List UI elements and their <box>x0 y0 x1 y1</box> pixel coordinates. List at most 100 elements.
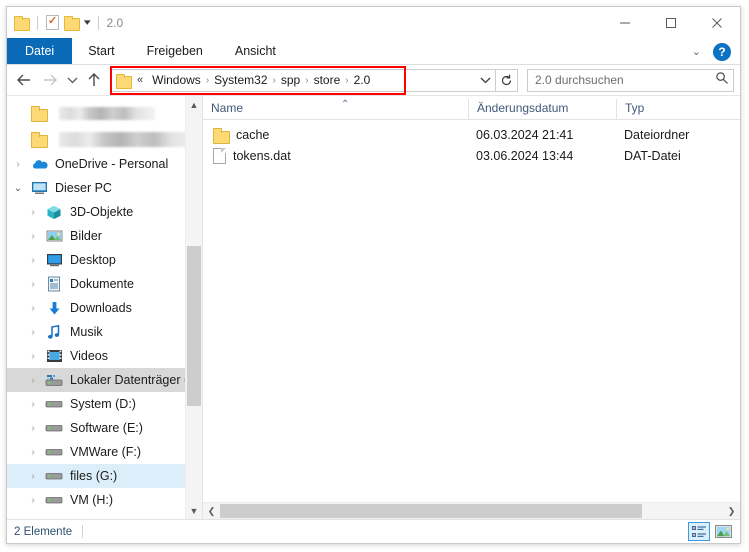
help-icon[interactable]: ? <box>713 42 731 61</box>
sidebar-item-label: VM (H:) <box>70 493 114 507</box>
column-header-name[interactable]: Name ⌃ <box>203 99 468 119</box>
address-dropdown-icon[interactable] <box>475 76 495 84</box>
tab-datei[interactable]: Datei <box>7 38 73 64</box>
chevron-right-icon[interactable]: › <box>22 423 44 434</box>
breadcrumb-item-2-0[interactable]: 2.0 <box>350 72 375 88</box>
chevron-right-icon[interactable]: › <box>22 327 44 338</box>
file-icon <box>213 147 226 164</box>
up-button[interactable] <box>81 67 107 93</box>
maximize-button[interactable] <box>648 7 694 38</box>
sidebar-item-vmware-f[interactable]: › VMWare (F:) <box>7 440 202 464</box>
quick-access-toolbar: ▾ <box>14 14 102 31</box>
new-folder-icon[interactable] <box>64 16 80 31</box>
scroll-right-icon[interactable]: ❯ <box>723 503 740 519</box>
breadcrumb-overflow-icon[interactable]: « <box>135 74 148 86</box>
chevron-right-icon[interactable]: › <box>22 471 44 482</box>
breadcrumb-item-system32[interactable]: System32 <box>210 72 271 88</box>
redacted-folder-1[interactable]: › <box>7 100 202 126</box>
title-bar: ▾ 2.0 <box>7 7 740 38</box>
chevron-down-icon[interactable]: ⌄ <box>7 183 29 194</box>
ribbon-right-controls: ⌄ ? <box>686 38 736 65</box>
customize-caret-icon[interactable]: ▾ <box>84 18 91 27</box>
file-type: Dateiordner <box>624 127 690 142</box>
file-name: cache <box>236 127 270 142</box>
drive-icon <box>44 467 64 485</box>
chevron-right-icon[interactable]: › <box>22 351 44 362</box>
horizontal-scrollbar-thumb[interactable] <box>220 504 642 518</box>
chevron-right-icon[interactable]: › <box>22 495 44 506</box>
search-input[interactable] <box>535 73 715 87</box>
sidebar-item-3d-objekte[interactable]: › 3D-Objekte <box>7 200 202 224</box>
refresh-button[interactable] <box>496 68 518 92</box>
desktop-icon <box>44 251 64 269</box>
tab-ansicht[interactable]: Ansicht <box>219 38 292 64</box>
sidebar-scrollbar[interactable]: ▲ ▼ <box>185 96 202 519</box>
forward-button[interactable] <box>37 67 63 93</box>
folder-icon[interactable] <box>14 16 30 31</box>
sidebar-item-files-g[interactable]: › files (G:) <box>7 464 202 488</box>
breadcrumb-list: « Windows › System32 › spp › store › 2.0 <box>135 72 475 88</box>
search-box[interactable] <box>527 68 734 92</box>
large-icons-view-button[interactable] <box>712 522 734 541</box>
horizontal-scrollbar[interactable]: ❮ ❯ <box>203 502 740 519</box>
column-header-type[interactable]: Typ <box>616 99 740 119</box>
table-row[interactable]: tokens.dat 03.06.2024 13:44 DAT-Datei <box>203 145 740 166</box>
chevron-down-icon[interactable]: ⌄ <box>686 45 707 58</box>
properties-icon[interactable] <box>46 14 59 30</box>
address-folder-icon <box>116 73 132 89</box>
sidebar-item-desktop[interactable]: › Desktop <box>7 248 202 272</box>
column-header-date[interactable]: Änderungsdatum <box>468 99 616 119</box>
breadcrumb[interactable]: « Windows › System32 › spp › store › 2.0 <box>110 68 496 92</box>
sidebar-item-system-d[interactable]: › System (D:) <box>7 392 202 416</box>
drive-icon <box>44 395 64 413</box>
sidebar-item-bilder[interactable]: › Bilder <box>7 224 202 248</box>
sidebar-item-dieser-pc[interactable]: ⌄ Dieser PC <box>7 176 202 200</box>
sidebar-item-label: files (G:) <box>70 469 118 483</box>
chevron-right-icon[interactable]: › <box>22 207 44 218</box>
sidebar-item-label: Musik <box>70 325 103 339</box>
breadcrumb-item-spp[interactable]: spp <box>277 72 304 88</box>
tab-freigeben[interactable]: Freigeben <box>131 38 219 64</box>
chevron-right-icon[interactable]: › <box>22 303 44 314</box>
table-row[interactable]: cache 06.03.2024 21:41 Dateiordner <box>203 124 740 145</box>
scroll-left-icon[interactable]: ❮ <box>203 503 220 519</box>
sidebar-item-dokumente[interactable]: › Dokumente <box>7 272 202 296</box>
scroll-down-icon[interactable]: ▼ <box>186 502 202 519</box>
sidebar-item-software-e[interactable]: › Software (E:) <box>7 416 202 440</box>
sidebar-item-vm-h[interactable]: › VM (H:) <box>7 488 202 512</box>
window-title: 2.0 <box>106 15 124 30</box>
toolbar-divider-2 <box>97 15 99 30</box>
horizontal-scrollbar-track[interactable] <box>220 503 723 519</box>
chevron-right-icon[interactable]: › <box>22 375 44 386</box>
chevron-right-icon[interactable]: › <box>22 279 44 290</box>
onedrive-cloud-icon <box>29 155 49 173</box>
back-button[interactable] <box>11 67 37 93</box>
sidebar-item-label: Videos <box>70 349 108 363</box>
minimize-button[interactable] <box>602 7 648 38</box>
sidebar-item-musik[interactable]: › Musik <box>7 320 202 344</box>
breadcrumb-item-store[interactable]: store <box>310 72 345 88</box>
chevron-right-icon[interactable]: › <box>22 399 44 410</box>
chevron-right-icon[interactable]: › <box>7 159 29 170</box>
chevron-right-icon[interactable]: › <box>22 231 44 242</box>
redacted-folder-2[interactable]: › <box>7 126 202 152</box>
close-button[interactable] <box>694 7 740 38</box>
sidebar-item-onedrive[interactable]: › OneDrive - Personal <box>7 152 202 176</box>
address-bar: « Windows › System32 › spp › store › 2.0 <box>7 65 740 96</box>
videos-icon <box>44 347 64 365</box>
file-name-cell: tokens.dat <box>203 147 468 164</box>
scroll-up-icon[interactable]: ▲ <box>186 96 202 113</box>
tab-start[interactable]: Start <box>72 38 130 64</box>
sidebar-scrollbar-thumb[interactable] <box>187 246 201 406</box>
chevron-right-icon[interactable]: › <box>22 447 44 458</box>
recent-locations-button[interactable] <box>63 67 81 93</box>
sidebar-item-downloads[interactable]: › Downloads <box>7 296 202 320</box>
status-divider <box>82 525 84 538</box>
documents-icon <box>44 275 64 293</box>
breadcrumb-item-windows[interactable]: Windows <box>148 72 205 88</box>
sidebar-item-lokaler-datentraeger-c[interactable]: › Lokaler Datenträger (C:) <box>7 368 202 392</box>
search-icon[interactable] <box>715 71 729 90</box>
details-view-button[interactable] <box>688 522 710 541</box>
chevron-right-icon[interactable]: › <box>22 255 44 266</box>
sidebar-item-videos[interactable]: › Videos <box>7 344 202 368</box>
